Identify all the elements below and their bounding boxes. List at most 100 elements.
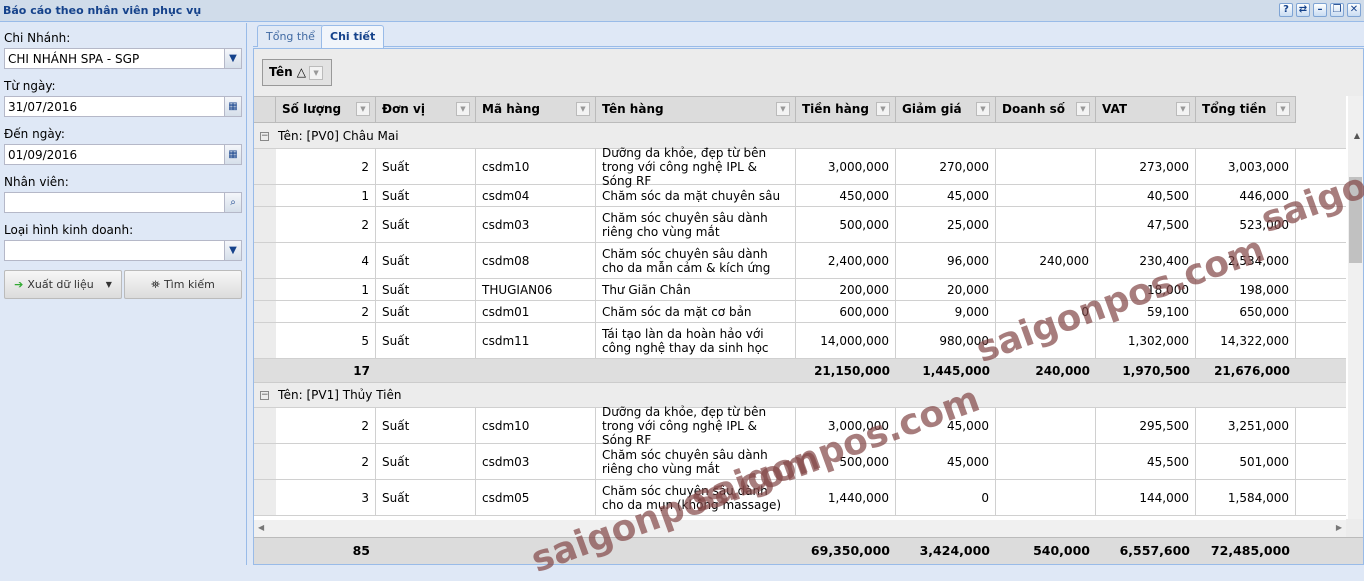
column-header-label: Doanh số — [1002, 102, 1065, 116]
vertical-scrollbar[interactable]: ▲ — [1346, 96, 1363, 519]
grid-cell: 21,676,000 — [1214, 363, 1290, 378]
column-header[interactable]: VAT ▼ — [1096, 97, 1196, 122]
grid-cell — [996, 149, 1096, 184]
table-row: 5 Suất csdm11 Tái tạo làn da hoàn hảo với c… — [254, 323, 1346, 359]
calendar-icon[interactable]: ▦ — [224, 145, 241, 164]
grid-cell: csdm10 — [476, 149, 596, 184]
column-header[interactable]: Giảm giá ▼ — [896, 97, 996, 122]
grid-cell: 1,440,000 — [796, 480, 896, 515]
close-icon[interactable]: ✕ — [1347, 3, 1361, 17]
tab-detail[interactable]: Chi tiết — [321, 25, 385, 48]
grid-cell: 523,000 — [1196, 207, 1296, 242]
filter-panel: Chi Nhánh: CHI NHÁNH SPA - SGP ▼ Từ ngày:… — [0, 23, 247, 565]
grid-cell: 5 — [276, 323, 376, 358]
scroll-thumb[interactable] — [1349, 177, 1362, 263]
row-indent — [254, 480, 276, 515]
grid-cell: Chăm sóc da mặt chuyên sâu — [596, 185, 796, 206]
grid-cell: Suất — [376, 480, 476, 515]
chevron-down-icon[interactable]: ▼ — [356, 102, 370, 116]
grid-cell: Chăm sóc chuyên sâu dành cho da mẫn cảm … — [596, 243, 796, 278]
search-button[interactable]: ⛯ Tìm kiếm — [124, 270, 242, 299]
collapse-icon[interactable]: − — [260, 131, 269, 141]
grid-cell: Suất — [376, 323, 476, 358]
column-header[interactable]: Tổng tiền ▼ — [1196, 97, 1296, 122]
grid-cell: Dưỡng da khỏe, đẹp từ bên trong với công… — [596, 146, 796, 188]
column-header-label: Tổng tiền — [1202, 102, 1267, 116]
staff-label: Nhân viên: — [4, 175, 69, 189]
window-titlebar: Báo cáo theo nhân viên phục vụ ? ⇄ – ❐ ✕ — [0, 0, 1364, 22]
grid-cell — [996, 444, 1096, 479]
grid-cell: 500,000 — [796, 207, 896, 242]
branch-label: Chi Nhánh: — [4, 31, 71, 45]
from-date-input[interactable]: 31/07/2016 ▦ — [4, 96, 242, 117]
chevron-down-icon[interactable]: ▼ — [1076, 102, 1090, 116]
grid-cell: 17 — [353, 363, 370, 378]
grand-total-cell: 6,557,600 — [1119, 543, 1190, 558]
to-date-input[interactable]: 01/09/2016 ▦ — [4, 144, 242, 165]
grid-cell: csdm08 — [476, 243, 596, 278]
group-header[interactable]: − Tên: [PV1] Thủy Tiên — [254, 383, 1346, 408]
column-header[interactable]: Doanh số ▼ — [996, 97, 1096, 122]
column-header-label: Giảm giá — [902, 102, 962, 116]
column-header-label: Tên hàng — [602, 102, 664, 116]
group-by-chip[interactable]: Tên △ ▼ — [262, 59, 332, 86]
column-header[interactable]: Tiền hàng ▼ — [796, 97, 896, 122]
grid-cell: Suất — [376, 279, 476, 300]
tab-overview[interactable]: Tổng thể — [257, 25, 324, 47]
grid-cell: 45,000 — [896, 444, 996, 479]
grid-cell — [476, 359, 596, 382]
grand-total-cell — [376, 538, 476, 564]
chevron-down-icon[interactable]: ▼ — [456, 102, 470, 116]
table-row: 2 Suất csdm01 Chăm sóc da mặt cơ bản 600,000… — [254, 301, 1346, 323]
branch-select[interactable]: CHI NHÁNH SPA - SGP ▼ — [4, 48, 242, 69]
grid-cell: 96,000 — [896, 243, 996, 278]
grid-cell: 0 — [896, 480, 996, 515]
chevron-down-icon[interactable]: ▼ — [576, 102, 590, 116]
calendar-icon[interactable]: ▦ — [224, 97, 241, 116]
grid-cell: Chăm sóc chuyên sâu dành riêng cho vùng … — [596, 444, 796, 479]
column-header[interactable]: Số lượng ▼ — [276, 97, 376, 122]
chevron-down-icon[interactable]: ▼ — [224, 241, 241, 260]
column-header[interactable]: Tên hàng ▼ — [596, 97, 796, 122]
row-indent — [254, 408, 276, 443]
grid-cell: 2 — [276, 444, 376, 479]
grid-cell: csdm04 — [476, 185, 596, 206]
table-row: 4 Suất csdm08 Chăm sóc chuyên sâu dành cho … — [254, 243, 1346, 279]
grid-cell: 240,000 — [1035, 363, 1090, 378]
grid-cell: csdm05 — [476, 480, 596, 515]
column-header[interactable]: Mã hàng ▼ — [476, 97, 596, 122]
search-icon[interactable]: ⌕ — [224, 193, 241, 212]
horizontal-scrollbar[interactable]: ◀ ▶ — [254, 520, 1346, 537]
minimize-icon[interactable]: – — [1313, 3, 1327, 17]
grand-total-cell — [476, 538, 596, 564]
staff-input[interactable]: ⌕ — [4, 192, 242, 213]
scroll-left-icon[interactable]: ◀ — [258, 523, 264, 532]
restore-icon[interactable]: ❐ — [1330, 3, 1344, 17]
refresh-icon[interactable]: ⇄ — [1296, 3, 1310, 17]
scroll-up-icon[interactable]: ▲ — [1354, 131, 1360, 140]
chevron-down-icon[interactable]: ▼ — [876, 102, 890, 116]
export-button[interactable]: ➔ Xuất dữ liệu ▼ — [4, 270, 122, 299]
grid-cell: 1,584,000 — [1196, 480, 1296, 515]
help-icon[interactable]: ? — [1279, 3, 1293, 17]
chevron-down-icon[interactable]: ▼ — [1176, 102, 1190, 116]
grid-cell: Suất — [376, 149, 476, 184]
grand-total-cell: 69,350,000 — [810, 543, 890, 558]
column-header[interactable]: Đơn vị ▼ — [376, 97, 476, 122]
grid-cell: Suất — [376, 243, 476, 278]
table-row: 2 Suất csdm10 Dưỡng da khỏe, đẹp từ bên tro… — [254, 405, 1346, 447]
from-date-label: Từ ngày: — [4, 79, 56, 93]
group-header[interactable]: − Tên: [PV0] Châu Mai — [254, 124, 1346, 149]
chevron-down-icon[interactable]: ▼ — [1276, 102, 1290, 116]
grid-cell: 20,000 — [896, 279, 996, 300]
chevron-down-icon[interactable]: ▼ — [309, 65, 324, 80]
grid-cell: 144,000 — [1096, 480, 1196, 515]
binoculars-icon: ⛯ — [151, 277, 160, 291]
chevron-down-icon[interactable]: ▼ — [224, 49, 241, 68]
scroll-right-icon[interactable]: ▶ — [1336, 523, 1342, 532]
business-type-select[interactable]: ▼ — [4, 240, 242, 261]
chevron-down-icon[interactable]: ▼ — [776, 102, 790, 116]
row-indent — [254, 323, 276, 358]
collapse-icon[interactable]: − — [260, 390, 269, 400]
chevron-down-icon[interactable]: ▼ — [976, 102, 990, 116]
